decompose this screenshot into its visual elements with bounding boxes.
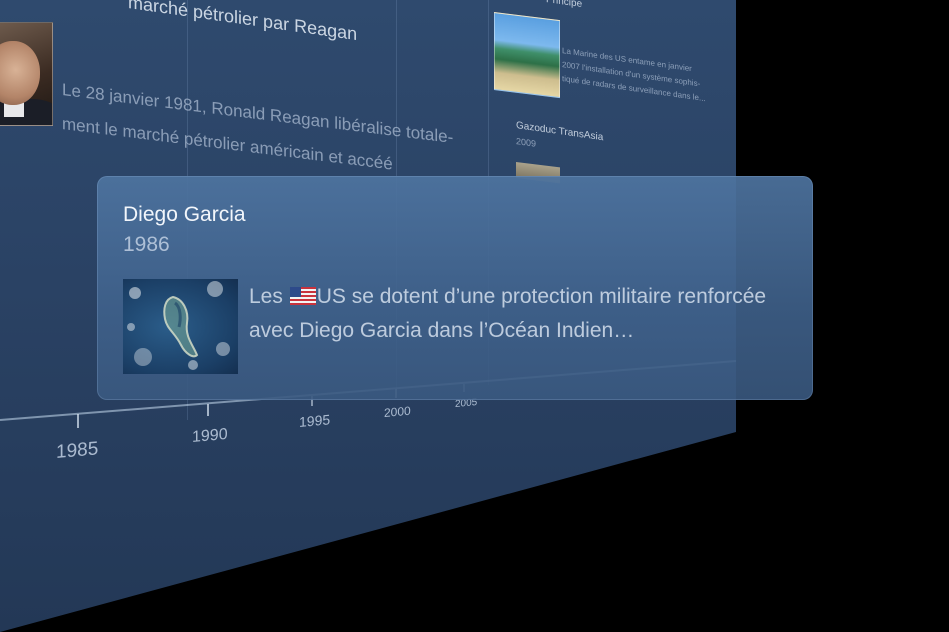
event-year: 1986 [123,233,170,256]
description-text: US se dotent d’une protection militaire … [249,285,767,342]
island-satellite-image[interactable] [123,279,238,374]
event-heading-right[interactable]: Principe [546,0,582,10]
event-year: 2009 [516,136,537,149]
event-title: Diego Garcia [123,203,246,226]
axis-tick-label: 1990 [192,425,228,446]
timeline-scene: marché pétrolier par Reagan Le 28 janvie… [0,0,949,632]
axis-tick-label: 2000 [384,403,411,420]
reagan-portrait[interactable] [0,22,53,126]
event-popup-card[interactable]: Diego Garcia 1986 Les US se dotent d’une… [97,176,813,400]
us-flag-icon [289,283,316,315]
axis-tick-label: 1995 [299,411,331,430]
event-description: Les US se dotent d’une protection milita… [249,281,789,347]
axis-tick-label: 1985 [56,438,99,463]
event-heading[interactable]: marché pétrolier par Reagan [128,0,357,45]
description-text: Les [249,285,289,308]
beach-thumbnail[interactable] [494,12,560,99]
